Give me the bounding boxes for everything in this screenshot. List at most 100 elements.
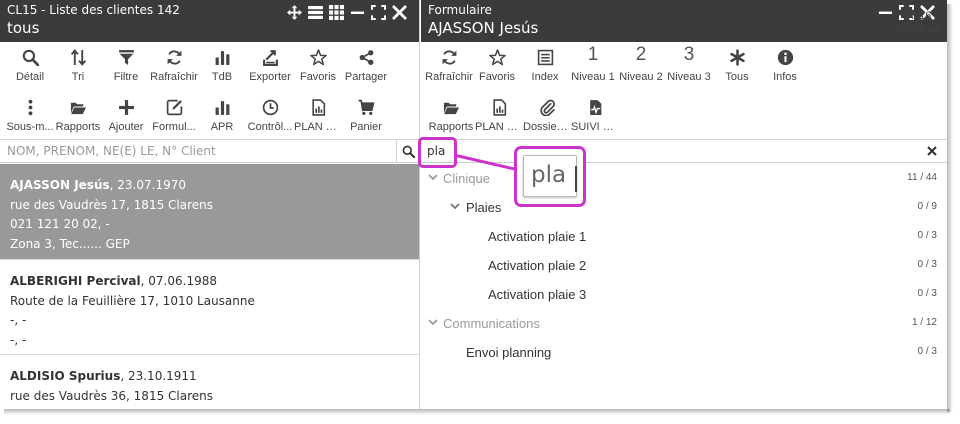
move-arrows-icon[interactable] <box>286 4 303 21</box>
tree-label: Plaies <box>466 200 502 215</box>
all-levels-button[interactable]: Tous <box>713 42 761 88</box>
current-time: 17:16 <box>903 10 932 22</box>
index-button[interactable]: Index <box>521 42 569 88</box>
cart-icon <box>342 99 390 117</box>
sort-button[interactable]: Tri <box>54 42 102 88</box>
minimize-icon[interactable] <box>349 4 366 21</box>
tree-label: Activation plaie 1 <box>488 229 587 244</box>
document-chart-icon <box>475 99 523 117</box>
dashboard-button[interactable]: TdB <box>198 42 246 88</box>
refresh-icon <box>425 49 473 67</box>
suivi-button[interactable]: SUIVI C... <box>571 92 619 138</box>
client-row-selected[interactable]: AJASSON Jesús, 23.07.1970 rue des Vaudrè… <box>0 164 419 260</box>
export-button[interactable]: Exporter <box>246 42 294 88</box>
favorites-button[interactable]: Favoris <box>294 42 342 88</box>
level-2-button[interactable]: 2 Niveau 2 <box>617 42 665 88</box>
search-button[interactable] <box>396 140 419 162</box>
tree-item[interactable]: Envoi planning 0 / 3 <box>421 338 947 367</box>
minimize-icon[interactable] <box>877 4 894 21</box>
client-birthdate: , 23.07.1970 <box>109 178 186 192</box>
client-row[interactable]: ALBERIGHI Percival, 07.06.1988 Route de … <box>0 260 419 355</box>
client-phone: 021 121 20 02, - <box>10 217 110 231</box>
client-phone: -, - <box>10 313 27 327</box>
level-1-button[interactable]: 1 Niveau 1 <box>569 42 617 88</box>
control-button[interactable]: Contrôl... <box>246 92 294 138</box>
tree-group-clinique[interactable]: Clinique 11 / 44 <box>421 164 947 193</box>
reports-button[interactable]: Rapports <box>54 92 102 138</box>
client-list: AJASSON Jesús, 23.07.1970 rue des Vaudrè… <box>0 164 419 409</box>
form-reports-button[interactable]: Rapports <box>427 92 475 138</box>
cart-button[interactable]: Panier <box>342 92 390 138</box>
document-pulse-icon <box>571 99 619 117</box>
tree-count: 0 / 3 <box>917 346 937 357</box>
client-row[interactable]: ALDISIO Spurius, 23.10.1911 rue des Vaud… <box>0 355 419 409</box>
callout-highlight-box <box>418 137 457 168</box>
submenu-button[interactable]: Sous-m... <box>6 92 54 138</box>
asterisk-icon <box>713 49 761 67</box>
chevron-down-icon <box>428 172 440 184</box>
tree-item[interactable]: Activation plaie 3 0 / 3 <box>421 280 947 309</box>
plan-button[interactable]: PLAN D... <box>294 92 342 138</box>
client-address: rue des Vaudrès 36, 1815 Clarens <box>10 388 214 403</box>
client-zone: -, - <box>10 332 27 347</box>
clear-search-button[interactable] <box>925 144 939 158</box>
text-caret <box>575 166 577 192</box>
edit-form-icon <box>150 99 198 117</box>
filter-button[interactable]: Filtre <box>102 42 150 88</box>
close-icon[interactable] <box>391 4 408 21</box>
right-panel-header: Formulaire AJASSON Jesús <box>421 0 947 42</box>
chevron-down-icon <box>450 201 462 213</box>
plus-icon <box>102 99 150 117</box>
level-1-number: 1 <box>587 44 599 65</box>
window-shadow-right <box>947 4 953 412</box>
search-icon <box>402 145 415 158</box>
client-name: ALDISIO Spurius <box>10 369 121 383</box>
tree-count: 1 / 12 <box>911 317 937 328</box>
form-search-input[interactable] <box>421 140 921 162</box>
info-icon <box>761 49 809 67</box>
sort-icon <box>54 49 102 67</box>
tree-count: 0 / 3 <box>917 230 937 241</box>
refresh-button[interactable]: Rafraîchir <box>150 42 198 88</box>
tree-group-communications[interactable]: Communications 1 / 12 <box>421 309 947 338</box>
elapsed-time: 00:03:40 <box>896 24 939 36</box>
level-3-button[interactable]: 3 Niveau 3 <box>665 42 713 88</box>
client-birthdate: , 07.06.1988 <box>140 274 217 288</box>
session-clock: 17:16 00:03:40 <box>896 9 939 37</box>
share-icon <box>342 49 390 67</box>
info-button[interactable]: Infos <box>761 42 809 88</box>
list-view-icon[interactable] <box>307 4 324 21</box>
form-client-name: AJASSON Jesús <box>428 19 539 37</box>
fullscreen-icon[interactable] <box>370 4 387 21</box>
client-name: ALBERIGHI Percival <box>10 274 141 288</box>
dossier-button[interactable]: Dossier ... <box>523 92 571 138</box>
tree-item[interactable]: Activation plaie 2 0 / 3 <box>421 251 947 280</box>
tree-label: Envoi planning <box>466 345 552 360</box>
form-button[interactable]: Formul... <box>150 92 198 138</box>
tree-subgroup-plaies[interactable]: Plaies 0 / 9 <box>421 193 947 222</box>
form-refresh-button[interactable]: Rafraîchir <box>425 42 473 88</box>
grid-view-icon[interactable] <box>328 4 345 21</box>
tree-label: Clinique <box>443 171 490 186</box>
form-favorites-button[interactable]: Favoris <box>473 42 521 88</box>
client-search-input[interactable] <box>0 140 395 162</box>
document-chart-icon <box>294 99 342 117</box>
add-button[interactable]: Ajouter <box>102 92 150 138</box>
level-3-number: 3 <box>683 44 695 65</box>
apr-button[interactable]: APR <box>198 92 246 138</box>
form-search-bar <box>421 139 947 163</box>
form-title: Formulaire <box>428 3 492 17</box>
share-button[interactable]: Partager <box>342 42 390 88</box>
tree-item[interactable]: Activation plaie 1 0 / 3 <box>421 222 947 251</box>
tree-label: Activation plaie 2 <box>488 258 587 273</box>
filter-icon <box>102 49 150 67</box>
right-toolbar-secondary: Rapports PLAN D... Dossier ... SUIVI C..… <box>421 92 619 138</box>
detail-button[interactable]: Détail <box>6 42 54 88</box>
folder-open-icon <box>54 99 102 117</box>
level-2-number: 2 <box>635 44 647 65</box>
client-address: Route de la Feuillière 17, 1010 Lausanne <box>10 293 255 308</box>
form-plan-button[interactable]: PLAN D... <box>475 92 523 138</box>
list-title: CL15 - Liste des clientes 142 <box>7 3 180 17</box>
paperclip-icon <box>523 99 571 117</box>
vertical-dots-icon <box>6 99 54 117</box>
